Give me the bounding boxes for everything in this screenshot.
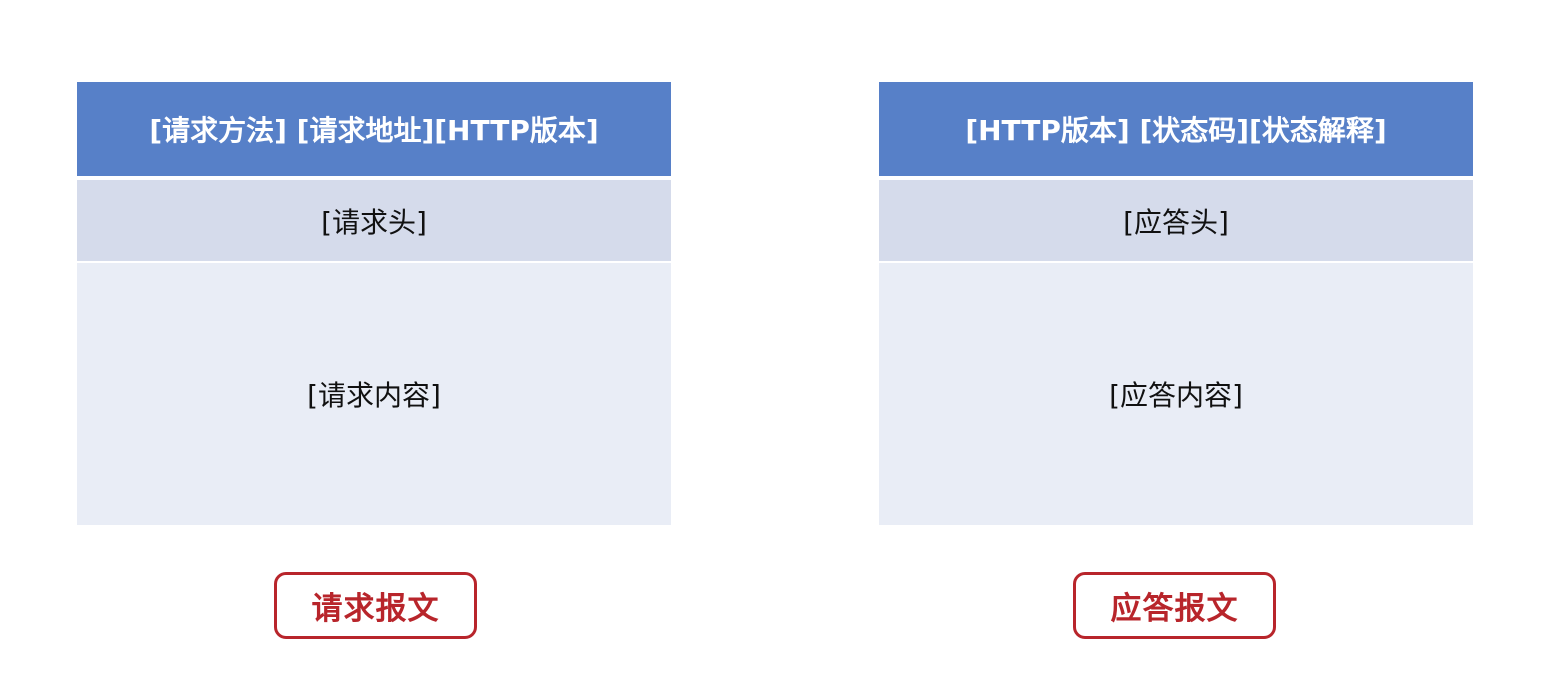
request-message-label: 请求报文 [274, 572, 477, 639]
response-start-line: [HTTP版本] [状态码][状态解释] [879, 82, 1473, 176]
response-message-label: 应答报文 [1073, 572, 1276, 639]
request-message-diagram: [请求方法] [请求地址][HTTP版本] [请求头] [请求内容] [77, 82, 671, 525]
request-body-section: [请求内容] [77, 263, 671, 525]
response-body-section: [应答内容] [879, 263, 1473, 525]
response-headers-section: [应答头] [879, 180, 1473, 261]
request-headers-section: [请求头] [77, 180, 671, 261]
request-start-line: [请求方法] [请求地址][HTTP版本] [77, 82, 671, 176]
response-message-diagram: [HTTP版本] [状态码][状态解释] [应答头] [应答内容] [879, 82, 1473, 525]
